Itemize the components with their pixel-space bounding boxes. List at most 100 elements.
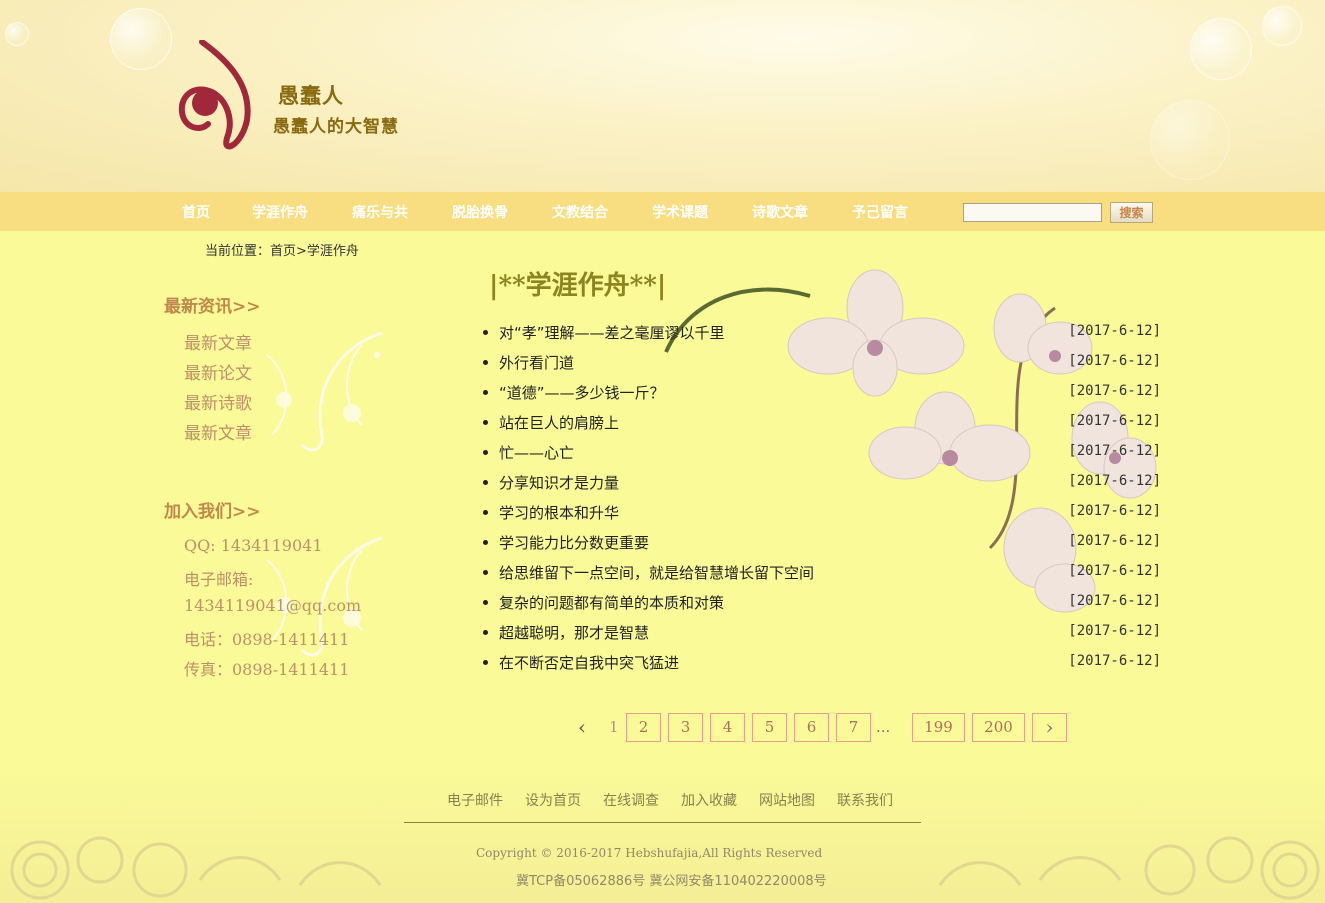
icp-license-text: 冀TCP备05062886号 冀公网安备110402220008号 bbox=[516, 874, 827, 889]
article-date: [2017-6-12] bbox=[1068, 623, 1161, 639]
list-item: 分享知识才是力量 [2017-6-12] bbox=[480, 470, 1165, 500]
bullet-icon bbox=[483, 660, 488, 665]
pagination-page[interactable]: 5 bbox=[752, 713, 787, 742]
footer-link-bookmark[interactable]: 加入收藏 bbox=[681, 790, 737, 810]
article-date: [2017-6-12] bbox=[1068, 323, 1161, 339]
join-section-title: 加入我们>> bbox=[164, 502, 261, 522]
search-input[interactable] bbox=[963, 203, 1102, 222]
sidebar-link-latest-poems[interactable]: 最新诗歌 bbox=[184, 389, 252, 414]
pagination-page[interactable]: 7 bbox=[836, 713, 871, 742]
nav-item-research[interactable]: 学术课题 bbox=[652, 202, 708, 222]
decor-bubble bbox=[110, 8, 172, 70]
news-section-title: 最新资讯>> bbox=[164, 297, 261, 317]
article-link[interactable]: “道德”——多少钱一斤？ bbox=[499, 382, 665, 403]
list-item: 复杂的问题都有简单的本质和对策 [2017-6-12] bbox=[480, 590, 1165, 620]
pagination-page[interactable]: 199 bbox=[912, 713, 965, 742]
site-name: 愚蠢人 bbox=[278, 83, 344, 108]
article-link[interactable]: 站在巨人的肩膀上 bbox=[499, 412, 619, 433]
contact-phone: 电话：0898-1411411 bbox=[184, 630, 350, 649]
contact-qq: QQ: 1434119041 bbox=[184, 536, 323, 555]
list-item: 学习的根本和升华 [2017-6-12] bbox=[480, 500, 1165, 530]
logo-icon bbox=[178, 40, 251, 150]
decor-bubble bbox=[1150, 100, 1230, 180]
decor-bubble bbox=[1262, 6, 1302, 46]
footer-link-email[interactable]: 电子邮件 bbox=[447, 790, 503, 810]
article-link[interactable]: 学习能力比分数更重要 bbox=[499, 532, 649, 553]
article-date: [2017-6-12] bbox=[1068, 473, 1161, 489]
list-item: 学习能力比分数更重要 [2017-6-12] bbox=[480, 530, 1165, 560]
bullet-icon bbox=[483, 330, 488, 335]
article-date: [2017-6-12] bbox=[1068, 593, 1161, 609]
article-link[interactable]: 超越聪明，那才是智慧 bbox=[499, 622, 649, 643]
bullet-icon bbox=[483, 360, 488, 365]
article-link[interactable]: 在不断否定自我中突飞猛进 bbox=[499, 652, 679, 673]
pagination-prev-icon[interactable]: ‹ bbox=[578, 713, 586, 742]
bullet-icon bbox=[483, 570, 488, 575]
bullet-icon bbox=[483, 480, 488, 485]
list-item: 外行看门道 [2017-6-12] bbox=[480, 350, 1165, 380]
decor-bubble bbox=[1190, 18, 1252, 80]
pagination-page[interactable]: 3 bbox=[668, 713, 703, 742]
sidebar-link-latest-articles-2[interactable]: 最新文章 bbox=[184, 419, 252, 444]
bullet-icon bbox=[483, 390, 488, 395]
bullet-icon bbox=[483, 540, 488, 545]
decor-bubble bbox=[5, 22, 29, 46]
nav-item-transform[interactable]: 脱胎换骨 bbox=[452, 202, 508, 222]
nav-item-home[interactable]: 首页 bbox=[182, 202, 210, 222]
article-date: [2017-6-12] bbox=[1068, 653, 1161, 669]
list-item: 在不断否定自我中突飞猛进 [2017-6-12] bbox=[480, 650, 1165, 680]
footer-link-survey[interactable]: 在线调查 bbox=[603, 790, 659, 810]
article-date: [2017-6-12] bbox=[1068, 443, 1161, 459]
pagination-page[interactable]: 4 bbox=[710, 713, 745, 742]
nav-item-guestbook[interactable]: 予己留言 bbox=[852, 202, 908, 222]
contact-email-label: 电子邮箱: bbox=[184, 570, 254, 589]
swirl-decoration bbox=[266, 331, 383, 452]
nav-item-study[interactable]: 学涯作舟 bbox=[252, 202, 308, 222]
bullet-icon bbox=[483, 600, 488, 605]
search-button[interactable]: 搜索 bbox=[1110, 202, 1153, 223]
list-item: 超越聪明，那才是智慧 [2017-6-12] bbox=[480, 620, 1165, 650]
article-date: [2017-6-12] bbox=[1068, 503, 1161, 519]
header-banner: 愚蠢人 愚蠢人的大智慧 bbox=[0, 0, 1325, 192]
contact-fax: 传真：0898-1411411 bbox=[184, 660, 350, 679]
sidebar-link-latest-papers[interactable]: 最新论文 bbox=[184, 359, 252, 384]
breadcrumb: 当前位置：首页>学涯作舟 bbox=[205, 244, 359, 259]
article-date: [2017-6-12] bbox=[1068, 353, 1161, 369]
article-date: [2017-6-12] bbox=[1068, 383, 1161, 399]
nav-item-education[interactable]: 文教结合 bbox=[552, 202, 608, 222]
pagination-page[interactable]: 6 bbox=[794, 713, 829, 742]
sidebar-link-latest-articles[interactable]: 最新文章 bbox=[184, 329, 252, 354]
bullet-icon bbox=[483, 420, 488, 425]
copyright-text: Copyright © 2016-2017 Hebshufajia,All Ri… bbox=[476, 846, 823, 860]
page-title: |**学涯作舟**| bbox=[489, 271, 667, 301]
footer-link-contact[interactable]: 联系我们 bbox=[837, 790, 893, 810]
article-date: [2017-6-12] bbox=[1068, 413, 1161, 429]
nav-item-share[interactable]: 痛乐与共 bbox=[352, 202, 408, 222]
bullet-icon bbox=[483, 630, 488, 635]
article-date: [2017-6-12] bbox=[1068, 533, 1161, 549]
article-link[interactable]: 复杂的问题都有简单的本质和对策 bbox=[499, 592, 724, 613]
footer-divider bbox=[404, 822, 921, 823]
article-link[interactable]: 外行看门道 bbox=[499, 352, 574, 373]
pagination-page[interactable]: 200 bbox=[972, 713, 1025, 742]
contact-email: 1434119041@qq.com bbox=[184, 596, 362, 615]
pagination-next-icon[interactable]: › bbox=[1032, 713, 1067, 742]
footer-link-set-homepage[interactable]: 设为首页 bbox=[525, 790, 581, 810]
pagination-page[interactable]: 2 bbox=[626, 713, 661, 742]
article-link[interactable]: 对“孝”理解——差之毫厘谬以千里 bbox=[499, 322, 725, 343]
nav-item-poetry[interactable]: 诗歌文章 bbox=[752, 202, 808, 222]
article-link[interactable]: 忙——心亡 bbox=[499, 442, 574, 463]
pagination-current: 1 bbox=[609, 718, 619, 736]
article-link[interactable]: 分享知识才是力量 bbox=[499, 472, 619, 493]
list-item: 给思维留下一点空间，就是给智慧增长留下空间 [2017-6-12] bbox=[480, 560, 1165, 590]
article-link[interactable]: 给思维留下一点空间，就是给智慧增长留下空间 bbox=[499, 562, 814, 583]
pagination-ellipsis: ... bbox=[876, 718, 891, 736]
list-item: 对“孝”理解——差之毫厘谬以千里 [2017-6-12] bbox=[480, 320, 1165, 350]
article-date: [2017-6-12] bbox=[1068, 563, 1161, 579]
list-item: “道德”——多少钱一斤？ [2017-6-12] bbox=[480, 380, 1165, 410]
list-item: 站在巨人的肩膀上 [2017-6-12] bbox=[480, 410, 1165, 440]
bullet-icon bbox=[483, 450, 488, 455]
site-slogan: 愚蠢人的大智慧 bbox=[273, 117, 399, 137]
footer-link-sitemap[interactable]: 网站地图 bbox=[759, 790, 815, 810]
article-link[interactable]: 学习的根本和升华 bbox=[499, 502, 619, 523]
